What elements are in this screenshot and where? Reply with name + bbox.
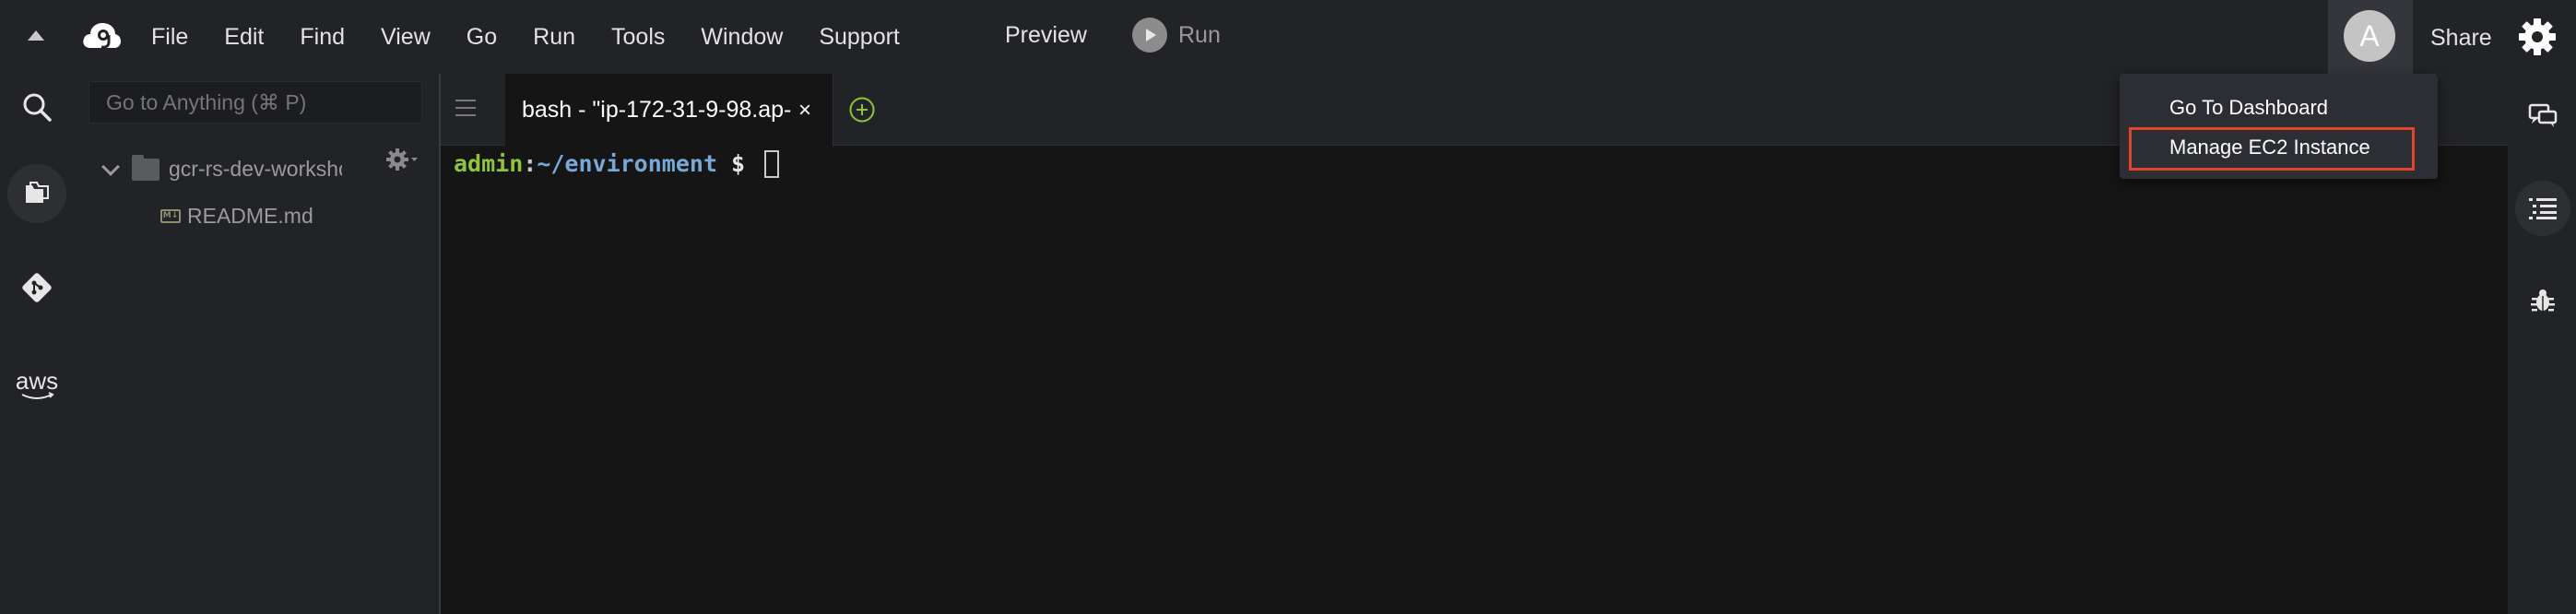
file-name: README.md — [187, 204, 313, 228]
main-menu: File Edit Find View Go Run Tools Window … — [151, 0, 936, 74]
avatar: A — [2344, 10, 2395, 62]
right-activity-bar — [2510, 74, 2576, 614]
outline-icon[interactable] — [2515, 181, 2570, 236]
aws-label: aws — [15, 367, 59, 395]
prompt-colon: : — [523, 150, 538, 177]
environment-files-icon[interactable] — [7, 164, 66, 223]
user-menu-button[interactable]: A — [2328, 0, 2413, 74]
source-control-icon[interactable] — [13, 264, 61, 312]
environment-panel: gcr-rs-dev-workshc M↓ README.md — [74, 74, 438, 614]
tab-label: bash - "ip-172-31-9-98.ap- — [522, 97, 791, 123]
menu-go-to-dashboard[interactable]: Go To Dashboard — [2169, 96, 2328, 120]
collaborate-chat-icon[interactable] — [2521, 94, 2565, 138]
cloud9-logo-icon[interactable] — [81, 18, 122, 52]
markdown-file-icon: M↓ — [160, 209, 181, 223]
run-button[interactable]: Run — [1132, 18, 1221, 53]
menu-tools[interactable]: Tools — [611, 24, 665, 51]
tab-list-menu-icon[interactable] — [455, 100, 476, 122]
folder-icon — [132, 154, 160, 181]
left-activity-bar: aws — [0, 74, 74, 614]
folder-name: gcr-rs-dev-workshc — [169, 157, 342, 181]
menu-view[interactable]: View — [381, 24, 431, 51]
menu-manage-ec2-instance[interactable]: Manage EC2 Instance — [2169, 136, 2370, 159]
menu-edit[interactable]: Edit — [224, 24, 264, 51]
share-button[interactable]: Share — [2430, 25, 2492, 52]
tree-settings-gear-icon[interactable] — [385, 146, 419, 173]
menu-find[interactable]: Find — [300, 24, 345, 51]
search-icon[interactable] — [13, 83, 61, 131]
close-icon[interactable]: × — [798, 98, 811, 124]
menu-window[interactable]: Window — [701, 24, 783, 51]
collapse-menu-arrow-icon[interactable] — [28, 30, 44, 41]
menu-run[interactable]: Run — [533, 24, 575, 51]
chevron-down-icon[interactable] — [101, 157, 120, 176]
gear-icon[interactable] — [2517, 17, 2558, 57]
add-tab-icon[interactable] — [848, 96, 876, 124]
user-dropdown-menu: Go To Dashboard Manage EC2 Instance — [2120, 74, 2438, 179]
go-to-anything-input[interactable] — [89, 81, 422, 124]
tree-folder-row[interactable]: gcr-rs-dev-workshc — [101, 154, 342, 182]
preview-button[interactable]: Preview — [1005, 22, 1087, 49]
terminal-cursor — [764, 150, 780, 178]
menu-support[interactable]: Support — [819, 24, 900, 51]
menu-bar: File Edit Find View Go Run Tools Window … — [0, 0, 2576, 74]
menu-go[interactable]: Go — [467, 24, 497, 51]
debugger-icon[interactable] — [2521, 278, 2565, 323]
menu-file[interactable]: File — [151, 24, 188, 51]
tab-bash[interactable]: bash - "ip-172-31-9-98.ap- × — [505, 74, 833, 147]
terminal-output[interactable]: admin:~/environment $ — [454, 148, 780, 181]
play-icon — [1132, 18, 1167, 53]
prompt-path: ~/environment — [537, 150, 717, 177]
tree-file-row[interactable]: M↓ README.md — [160, 204, 313, 229]
run-button-label: Run — [1178, 21, 1221, 48]
prompt-symbol: $ — [717, 150, 760, 177]
aws-icon[interactable]: aws — [13, 361, 61, 409]
prompt-user: admin — [454, 150, 524, 177]
